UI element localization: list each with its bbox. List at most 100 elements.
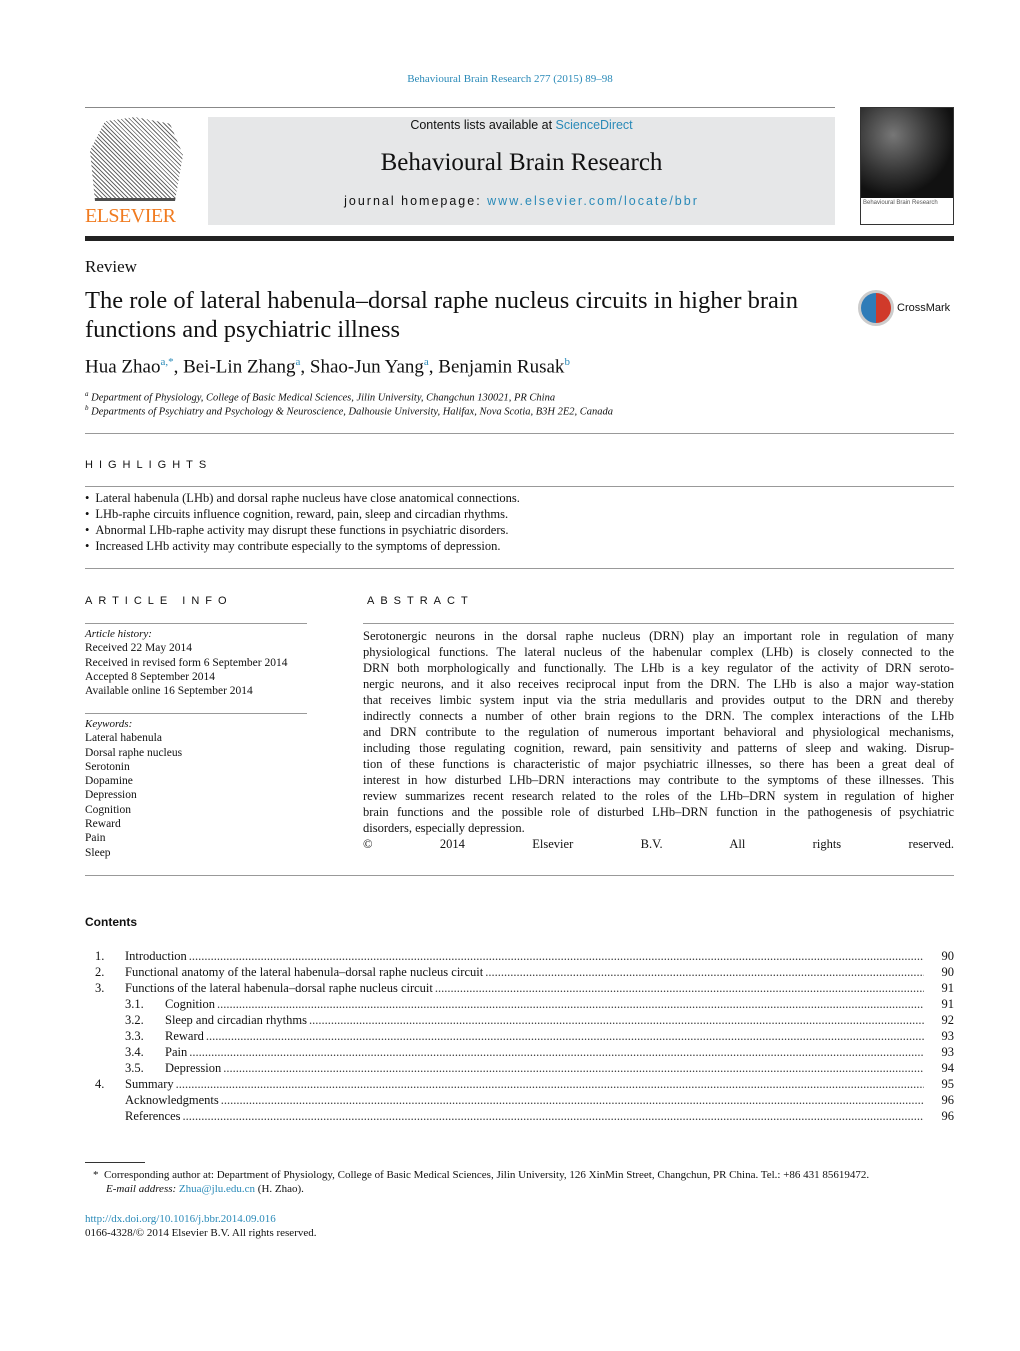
keywords: Keywords: Lateral habenula Dorsal raphe … xyxy=(85,717,307,860)
toc-label[interactable]: Functions of the lateral habenula–dorsal… xyxy=(125,980,433,996)
toc-entry[interactable]: 3.1. Cognition 91 xyxy=(95,996,954,1012)
toc-label[interactable]: Depression xyxy=(165,1060,221,1076)
toc-number: 2. xyxy=(95,965,105,979)
history-label: Article history: xyxy=(85,628,152,640)
toc-entry[interactable]: 3. Functions of the lateral habenula–dors… xyxy=(95,980,954,996)
abstract-line: that receives limbic system input via th… xyxy=(363,693,954,707)
abstract-line: interest in how disturbed LHb–DRN intera… xyxy=(363,773,954,787)
crossmark-button[interactable]: CrossMark xyxy=(858,290,950,326)
toc-entry[interactable]: 3.3. Reward 93 xyxy=(95,1028,954,1044)
aff-text: Department of Physiology, College of Bas… xyxy=(91,392,556,404)
toc-label[interactable]: Summary xyxy=(125,1076,174,1092)
sciencedirect-link[interactable]: ScienceDirect xyxy=(556,118,633,132)
footnote-divider xyxy=(85,1162,145,1163)
history-item: Accepted 8 September 2014 xyxy=(85,670,215,683)
toc-label[interactable]: Introduction xyxy=(125,948,187,964)
abstract-body: Serotonergic neurons in the dorsal raphe… xyxy=(363,628,954,852)
email-link[interactable]: Zhua@jlu.edu.cn xyxy=(179,1183,255,1195)
aff-sup: b xyxy=(85,404,89,412)
history-item: Received 22 May 2014 xyxy=(85,642,192,655)
toc-number: 3. xyxy=(95,981,105,995)
dot-leader xyxy=(189,1044,924,1060)
toc-page: 93 xyxy=(941,1029,955,1043)
highlights-heading: HIGHLIGHTS xyxy=(85,459,213,471)
dot-leader xyxy=(485,964,924,980)
toc-entry[interactable]: 2. Functional anatomy of the lateral habe… xyxy=(95,964,954,980)
toc-entry[interactable]: 3.4. Pain 93 xyxy=(95,1044,954,1060)
toc-number: 4. xyxy=(95,1077,105,1091)
toc-page: 93 xyxy=(941,1045,955,1059)
doi-link[interactable]: http://dx.doi.org/10.1016/j.bbr.2014.09.… xyxy=(85,1212,317,1226)
article-info-heading: ARTICLE INFO xyxy=(85,595,233,607)
dot-leader xyxy=(183,1108,924,1124)
author-sup[interactable]: a,* xyxy=(160,356,173,368)
abstract-line: including those regulating cognition, re… xyxy=(363,741,954,755)
issn-line: 0166-4328/© 2014 Elsevier B.V. All right… xyxy=(85,1227,317,1239)
toc-entry[interactable]: 1. Introduction 90 xyxy=(95,948,954,964)
journal-banner: Contents lists available at ScienceDirec… xyxy=(208,117,835,225)
dot-leader xyxy=(206,1028,924,1044)
affiliation: b Departments of Psychiatry and Psycholo… xyxy=(85,404,613,418)
keyword: Depression xyxy=(85,789,137,802)
toc-number: 1. xyxy=(95,949,105,963)
contents-available: Contents lists available at ScienceDirec… xyxy=(208,118,835,132)
toc-entry[interactable]: 4. Summary 95 xyxy=(95,1076,954,1092)
toc-label[interactable]: References xyxy=(125,1108,181,1124)
article-type: Review xyxy=(85,257,137,276)
toc-entry[interactable]: 3.5. Depression 94 xyxy=(95,1060,954,1076)
email-line: E-mail address: Zhua@jlu.edu.cn (H. Zhao… xyxy=(93,1182,869,1196)
abstract-line: Serotonergic neurons in the dorsal raphe… xyxy=(363,629,954,643)
journal-homepage: journal homepage: www.elsevier.com/locat… xyxy=(208,194,835,208)
author-sup[interactable]: a xyxy=(424,356,429,368)
contents-heading: Contents xyxy=(85,915,137,929)
journal-reference[interactable]: Behavioural Brain Research 277 (2015) 89… xyxy=(0,73,1020,85)
abstract-heading: ABSTRACT xyxy=(367,595,474,607)
divider xyxy=(85,107,835,108)
author: Bei-Lin Zhang xyxy=(183,356,296,378)
toc-page: 90 xyxy=(941,965,955,979)
toc-label[interactable]: Functional anatomy of the lateral habenu… xyxy=(125,964,483,980)
table-of-contents: 1. Introduction 90 2. Functional anatomy of … xyxy=(95,948,954,1124)
highlight-item: Increased LHb activity may contribute es… xyxy=(85,538,520,554)
abstract-line: indirectly connects a number of other br… xyxy=(363,709,954,723)
corresponding-author-note: * Corresponding author at: Department of… xyxy=(93,1168,869,1182)
toc-label[interactable]: Reward xyxy=(165,1028,204,1044)
toc-label[interactable]: Acknowledgments xyxy=(125,1092,219,1108)
toc-page: 96 xyxy=(941,1109,955,1123)
toc-number: 3.2. xyxy=(125,1013,144,1027)
toc-page: 92 xyxy=(941,1013,955,1027)
divider xyxy=(85,713,307,714)
keyword: Serotonin xyxy=(85,760,130,773)
abstract-line: nergic neurons, and it also receives rec… xyxy=(363,677,954,691)
author: Benjamin Rusak xyxy=(438,356,565,378)
aff-sup: a xyxy=(85,390,89,398)
abstract-line: tion of these functions is characteristi… xyxy=(363,757,954,771)
toc-label[interactable]: Pain xyxy=(165,1044,187,1060)
abstract-line: brain functions and the possible role of… xyxy=(363,805,954,819)
author-sup[interactable]: a xyxy=(295,356,300,368)
crossmark-label: CrossMark xyxy=(897,302,951,314)
dot-leader xyxy=(221,1092,924,1108)
abstract-line: physiological functions. The lateral nuc… xyxy=(363,645,954,659)
toc-entry[interactable]: 3.2. Sleep and circadian rhythms 92 xyxy=(95,1012,954,1028)
toc-entry[interactable]: References 96 xyxy=(95,1108,954,1124)
toc-number: 3.5. xyxy=(125,1061,144,1075)
toc-number: 3.3. xyxy=(125,1029,144,1043)
highlight-item: Abnormal LHb-raphe activity may disrupt … xyxy=(85,522,520,538)
footnote: * Corresponding author at: Department of… xyxy=(93,1168,869,1196)
dot-leader xyxy=(435,980,924,996)
toc-entry[interactable]: Acknowledgments 96 xyxy=(95,1092,954,1108)
toc-page: 95 xyxy=(941,1077,955,1091)
dot-leader xyxy=(189,948,924,964)
author-sup[interactable]: b xyxy=(564,356,570,368)
email-suffix: (H. Zhao). xyxy=(255,1183,304,1195)
abstract-line: and DRN contribute to the regulation of … xyxy=(363,725,954,739)
journal-cover[interactable]: Behavioural Brain Research xyxy=(860,107,954,225)
aff-text: Departments of Psychiatry and Psychology… xyxy=(91,406,614,418)
footnote-text: Corresponding author at: Department of P… xyxy=(104,1169,870,1181)
keyword: Dopamine xyxy=(85,775,133,788)
toc-label[interactable]: Sleep and circadian rhythms xyxy=(165,1012,307,1028)
homepage-link[interactable]: www.elsevier.com/locate/bbr xyxy=(487,194,699,208)
abstract-copyright: © 2014 Elsevier B.V. All rights reserved… xyxy=(363,837,954,851)
toc-label[interactable]: Cognition xyxy=(165,996,215,1012)
